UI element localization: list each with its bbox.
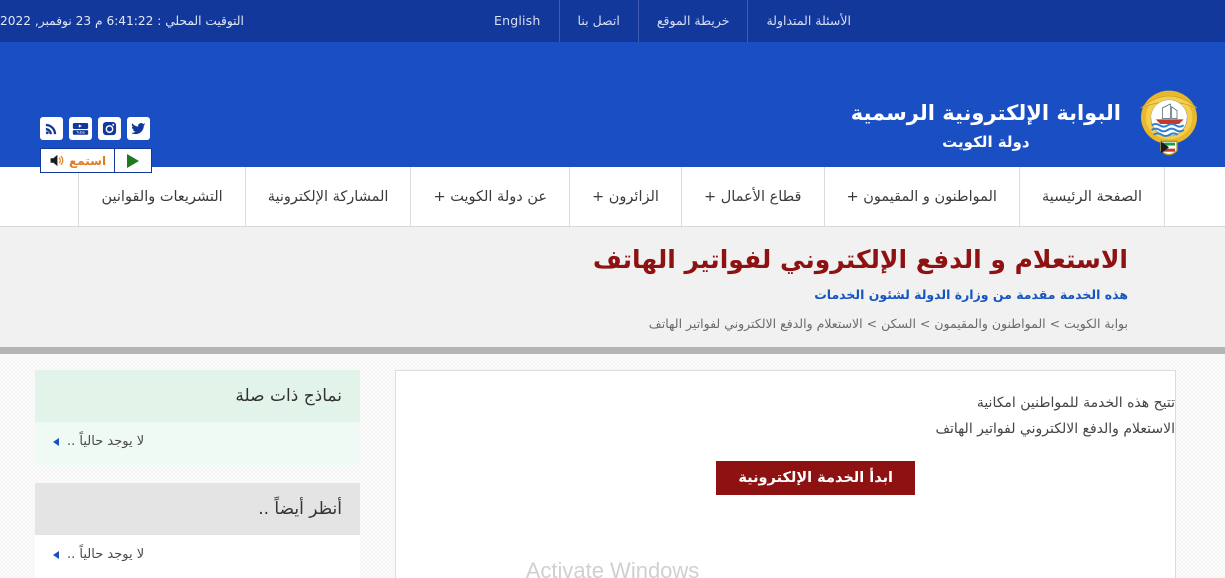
top-links: الأسئلة المتداولة خريطة الموقع اتصل بنا …: [476, 0, 869, 42]
service-description-line1: تتيح هذه الخدمة للمواطنين امكانية: [976, 395, 1175, 411]
nav-item-e-participation[interactable]: المشاركة الإلكترونية: [244, 167, 411, 226]
nav-item-home[interactable]: الصفحة الرئيسية: [1018, 167, 1165, 226]
speaker-icon: [50, 154, 64, 167]
site-header: البوابة الإلكترونية الرسمية دولة الكويت …: [0, 42, 1225, 173]
top-link-english[interactable]: English: [476, 0, 559, 42]
panel-see-also-body: لا يوجد حالياً ..: [35, 535, 360, 578]
start-service-button[interactable]: ابدأ الخدمة الإلكترونية: [716, 460, 915, 495]
listen-label: استمع: [69, 153, 107, 168]
list-item[interactable]: لا يوجد حالياً ..: [53, 547, 342, 562]
nav-item-legislation[interactable]: التشريعات والقوانين: [78, 167, 244, 226]
list-item-label: لا يوجد حالياً ..: [67, 434, 145, 449]
social-links: Tube: [40, 117, 150, 140]
top-utility-bar: الأسئلة المتداولة خريطة الموقع اتصل بنا …: [0, 0, 1225, 42]
brand-subtitle: دولة الكويت: [942, 133, 1030, 152]
service-card: تتيح هذه الخدمة للمواطنين امكانية الاستع…: [395, 370, 1176, 578]
nav-item-business[interactable]: قطاع الأعمال +: [680, 167, 824, 226]
breadcrumb: بوابة الكويت > المواطنون والمقيمون > الس…: [648, 316, 1128, 331]
brand[interactable]: البوابة الإلكترونية الرسمية دولة الكويت: [850, 90, 1207, 160]
panel-see-also: أنظر أيضاً .. لا يوجد حالياً ..: [35, 483, 360, 578]
top-link-faq[interactable]: الأسئلة المتداولة: [747, 0, 869, 42]
panel-related-forms-title: نماذج ذات صلة: [35, 370, 360, 422]
readspeaker-widget[interactable]: استمع: [40, 148, 153, 173]
page-title: الاستعلام و الدفع الإلكتروني لفواتير اله…: [592, 245, 1128, 274]
rss-icon[interactable]: [40, 117, 63, 140]
list-item[interactable]: لا يوجد حالياً ..: [53, 434, 342, 449]
panel-related-forms-body: لا يوجد حالياً ..: [35, 422, 360, 465]
local-time: التوقيت المحلي : 6:41:22 م 23 نوفمبر, 20…: [0, 14, 244, 28]
arrow-left-icon: [53, 550, 59, 559]
content-area: تتيح هذه الخدمة للمواطنين امكانية الاستع…: [0, 354, 1225, 578]
nav-item-citizens-residents[interactable]: المواطنون و المقيمون +: [823, 167, 1019, 226]
panel-related-forms: نماذج ذات صلة لا يوجد حالياً ..: [35, 370, 360, 465]
page-title-band: الاستعلام و الدفع الإلكتروني لفواتير اله…: [0, 227, 1225, 354]
service-provider-note: هذه الخدمة مقدمة من وزارة الدولة لشئون ا…: [814, 287, 1128, 302]
play-button[interactable]: [115, 149, 151, 172]
play-icon: [127, 153, 140, 168]
main-navigation: الصفحة الرئيسية المواطنون و المقيمون + ق…: [0, 167, 1225, 227]
top-link-contact-us[interactable]: اتصل بنا: [558, 0, 638, 42]
twitter-icon[interactable]: [127, 117, 150, 140]
sidebar: نماذج ذات صلة لا يوجد حالياً .. أنظر أيض…: [35, 370, 360, 578]
instagram-icon[interactable]: [98, 117, 121, 140]
arrow-left-icon: [53, 437, 59, 446]
kuwait-emblem-icon: [1140, 90, 1198, 156]
nav-item-about-kuwait[interactable]: عن دولة الكويت +: [410, 167, 569, 226]
brand-title: البوابة الإلكترونية الرسمية: [850, 101, 1121, 125]
listen-control[interactable]: استمع: [41, 149, 116, 172]
panel-see-also-title: أنظر أيضاً ..: [35, 483, 360, 535]
top-link-sitemap[interactable]: خريطة الموقع: [637, 0, 748, 42]
list-item-label: لا يوجد حالياً ..: [67, 547, 145, 562]
svg-text:Tube: Tube: [76, 129, 85, 134]
service-description-line2: الاستعلام والدفع الالكتروني لفواتير الها…: [935, 420, 1175, 437]
youtube-icon[interactable]: Tube: [69, 117, 92, 140]
nav-item-visitors[interactable]: الزائرون +: [569, 167, 681, 226]
